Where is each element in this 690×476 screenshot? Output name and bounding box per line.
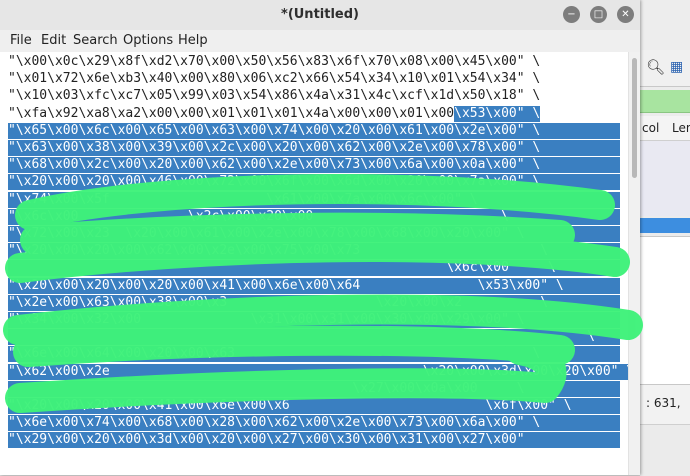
packet-details-pane[interactable] [640, 236, 690, 385]
selected-text[interactable]: "\x34\x00\x32\x00 \x31\x00\x31\x00\x30\x… [8, 312, 620, 328]
code-line[interactable]: \ [8, 329, 620, 346]
selected-text[interactable]: "\x68\x00\x2c\x00\x20\x00\x62\x00\x2e\x0… [8, 157, 620, 174]
selected-text[interactable]: "\x6e\x00\x64\x00\x20\x00\x63 \ [8, 346, 620, 363]
code-line[interactable]: "\x20\x00\x20\x00\x46\x00\x72\x00\x6f\x0… [8, 174, 620, 191]
selected-text[interactable]: "\x20\x00\x20\x00\x46\x00\x72\x00\x6f\x0… [8, 174, 620, 191]
window-titlebar[interactable]: *(Untitled) − □ ✕ [0, 0, 640, 31]
code-line[interactable]: "\x63\x00\x38\x00\x39\x00\x2c\x00\x20\x0… [8, 140, 620, 156]
selected-text[interactable]: "\x29\x00\x20\x00\x3d\x00\x20\x00\x27\x0… [8, 432, 620, 449]
background-app-window: 🔍︎ ▦ col Len : 631, [640, 0, 690, 476]
code-line[interactable]: "\x29\x00\x20\x00\x3d\x00\x20\x00\x27\x0… [8, 432, 620, 449]
menu-options[interactable]: Options [123, 30, 173, 52]
code-line[interactable]: "\x6e\x00\x74\x00\x68\x00\x28\x00\x62\x0… [8, 415, 620, 432]
window-title: *(Untitled) [281, 7, 359, 22]
menu-bar: File Edit Search Options Help [0, 30, 640, 52]
text-editor-window: *(Untitled) − □ ✕ File Edit Search Optio… [0, 0, 640, 475]
selected-text[interactable]: "\x2e\x00\x63\x00\x38\x00\x3 \x20\x00\x2… [8, 294, 620, 311]
code-line[interactable]: "\x10\x03\xfc\xc7\x05\x99\x03\x54\x86\x4… [8, 88, 540, 104]
selected-text[interactable]: "\x63\x00\x38\x00\x39\x00\x2c\x00\x20\x0… [8, 140, 620, 156]
selected-text[interactable]: "\x6e\x00\x74\x00\x68\x00\x28\x00\x62\x0… [8, 415, 620, 432]
maximize-icon[interactable]: □ [590, 6, 607, 23]
selected-text[interactable]: "\x20\x00\x20\x00\x62\x00\x2e\x00\x75\x0… [8, 243, 620, 260]
code-line[interactable]: "\x20\x00\x20\x00\x62\x00\x2e\x00\x75\x0… [8, 243, 620, 260]
column-header-length[interactable]: Len [672, 116, 690, 140]
code-line[interactable]: "\x68\x00\x2c\x00\x20\x00\x62\x00\x2e\x0… [8, 157, 620, 174]
selected-text[interactable]: "\x20\x00\x20\x00\x20\x00\x41\x00\x6e\x0… [8, 277, 620, 294]
selected-text[interactable]: "\x72\x00\x23 \x20\x00\x61\x00\x2e\x00\x… [8, 226, 620, 242]
menu-file[interactable]: File [10, 30, 32, 52]
minimize-icon[interactable]: − [563, 6, 580, 23]
menu-search[interactable]: Search [73, 30, 118, 52]
selected-packet-row[interactable] [640, 218, 690, 233]
status-bar: : 631, [640, 384, 690, 425]
code-line[interactable]: "\x00\x0c\x29\x8f\xd2\x70\x00\x50\x56\x8… [8, 54, 540, 70]
close-icon[interactable]: ✕ [617, 6, 634, 23]
code-line[interactable]: "\x01\x72\x6e\xb3\x40\x00\x80\x06\xc2\x6… [8, 71, 540, 87]
menu-help[interactable]: Help [178, 30, 208, 52]
code-line[interactable]: \x6c\x00 \ [8, 260, 620, 277]
selected-text[interactable]: \ [8, 329, 620, 346]
status-text: : 631, [646, 396, 681, 410]
code-line[interactable]: "\x6e\x00\x64\x00\x20\x00\x63 \ [8, 346, 620, 363]
selected-text[interactable]: "\x74\x00\x5f \x61\x00\x7a\x00\x6c\x00" … [8, 191, 620, 208]
column-header-protocol[interactable]: col [642, 116, 659, 140]
code-line[interactable]: "\x72\x00\x23 \x20\x00\x61\x00\x2e\x00\x… [8, 226, 620, 242]
code-line[interactable]: "\x2e\x00\x63\x00\x38\x00\x3 \x20\x00\x2… [8, 294, 620, 311]
code-line[interactable]: "\x34\x00\x32\x00 \x31\x00\x31\x00\x30\x… [8, 312, 620, 328]
selected-text[interactable]: "\x62\x00\x2e \x20\x00\x3d\x00\x20\x00" … [8, 363, 628, 380]
selected-text[interactable]: \x27\x00\x0a\x00 \ [8, 380, 620, 397]
background-app-titlebar [640, 0, 690, 50]
text-editor-area[interactable]: "\x00\x0c\x29\x8f\xd2\x70\x00\x50\x56\x8… [0, 52, 628, 475]
code-line[interactable]: "\x6c\x00 \x2c\x00\x20\x00 \ [8, 208, 620, 225]
zoom-icon[interactable]: 🔍︎ [646, 58, 665, 76]
selected-text[interactable]: "\x20\x00\x20\x00\x41\x00\x6e\x00\x6 \x6… [8, 398, 620, 414]
code-line[interactable]: "\x65\x00\x6c\x00\x65\x00\x63\x00\x74\x0… [8, 122, 620, 139]
display-filter-bar[interactable] [640, 90, 690, 113]
selected-text[interactable]: "\x65\x00\x6c\x00\x65\x00\x63\x00\x74\x0… [8, 122, 620, 139]
code-line[interactable]: "\xfa\x92\xa8\xa2\x00\x00\x01\x01\x01\x4… [8, 105, 541, 122]
selected-text[interactable]: \x6c\x00 \ [8, 260, 620, 277]
code-line[interactable]: "\x62\x00\x2e \x20\x00\x3d\x00\x20\x00" … [8, 363, 628, 380]
grid-icon[interactable]: ▦ [670, 58, 688, 76]
selected-text[interactable]: "\x6c\x00 \x2c\x00\x20\x00 \ [8, 208, 620, 225]
packet-bytes-pane[interactable] [640, 424, 690, 476]
packet-list-header: col Len [640, 116, 690, 141]
scrollbar-thumb[interactable] [632, 58, 637, 178]
code-line[interactable]: "\x20\x00\x20\x00\x20\x00\x41\x00\x6e\x0… [8, 277, 620, 294]
code-line[interactable]: \x27\x00\x0a\x00 \ [8, 380, 620, 397]
menu-edit[interactable]: Edit [41, 30, 66, 52]
vertical-scrollbar[interactable] [628, 52, 640, 475]
selected-text[interactable]: \x53\x00" \ [454, 105, 541, 122]
code-line[interactable]: "\x20\x00\x20\x00\x41\x00\x6e\x00\x6 \x6… [8, 398, 620, 414]
packet-list[interactable] [640, 141, 690, 216]
code-line[interactable]: "\x74\x00\x5f \x61\x00\x7a\x00\x6c\x00" … [8, 191, 620, 208]
